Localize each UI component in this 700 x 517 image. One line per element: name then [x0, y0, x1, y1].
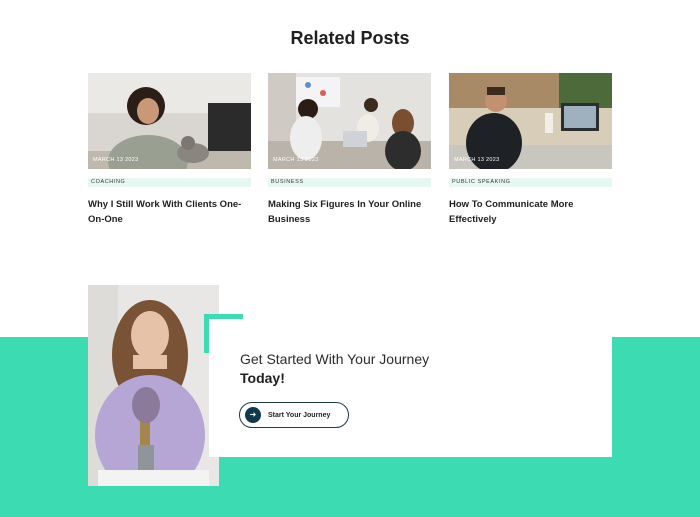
- post-date: MARCH 13 2023: [273, 157, 319, 163]
- post-thumbnail[interactable]: MARCH 13 2023: [449, 73, 612, 169]
- post-category[interactable]: PUBLIC SPEAKING: [449, 178, 612, 187]
- post-image: [449, 73, 612, 169]
- start-journey-button-label: Start Your Journey: [268, 411, 331, 419]
- post-title[interactable]: How To Communicate More Effectively: [449, 197, 612, 227]
- post-card[interactable]: MARCH 13 2023 PUBLIC SPEAKING How To Com…: [449, 73, 612, 227]
- start-journey-button[interactable]: ➜ Start Your Journey: [239, 402, 349, 428]
- cta-card: Get Started With Your Journey Today! ➜ S…: [209, 319, 612, 457]
- post-date: MARCH 13 2023: [454, 157, 500, 163]
- post-image: [268, 73, 431, 169]
- arrow-right-icon: ➜: [245, 407, 261, 423]
- post-title[interactable]: Why I Still Work With Clients One-On-One: [88, 197, 251, 227]
- post-card[interactable]: MARCH 13 2023 BUSINESS Making Six Figure…: [268, 73, 431, 227]
- post-category[interactable]: COACHING: [88, 178, 251, 187]
- related-posts-title: Related Posts: [290, 28, 410, 48]
- cta-heading-emphasis: Today!: [240, 370, 285, 386]
- post-card[interactable]: MARCH 13 2023 COACHING Why I Still Work …: [88, 73, 251, 227]
- post-title[interactable]: Making Six Figures In Your Online Busine…: [268, 197, 431, 227]
- post-image: [88, 73, 251, 169]
- post-date: MARCH 13 2023: [93, 157, 139, 163]
- post-category[interactable]: BUSINESS: [268, 178, 431, 187]
- post-thumbnail[interactable]: MARCH 13 2023: [88, 73, 251, 169]
- post-thumbnail[interactable]: MARCH 13 2023: [268, 73, 431, 169]
- cta-heading: Get Started With Your Journey: [240, 351, 430, 367]
- cta-portrait-image: [88, 285, 219, 486]
